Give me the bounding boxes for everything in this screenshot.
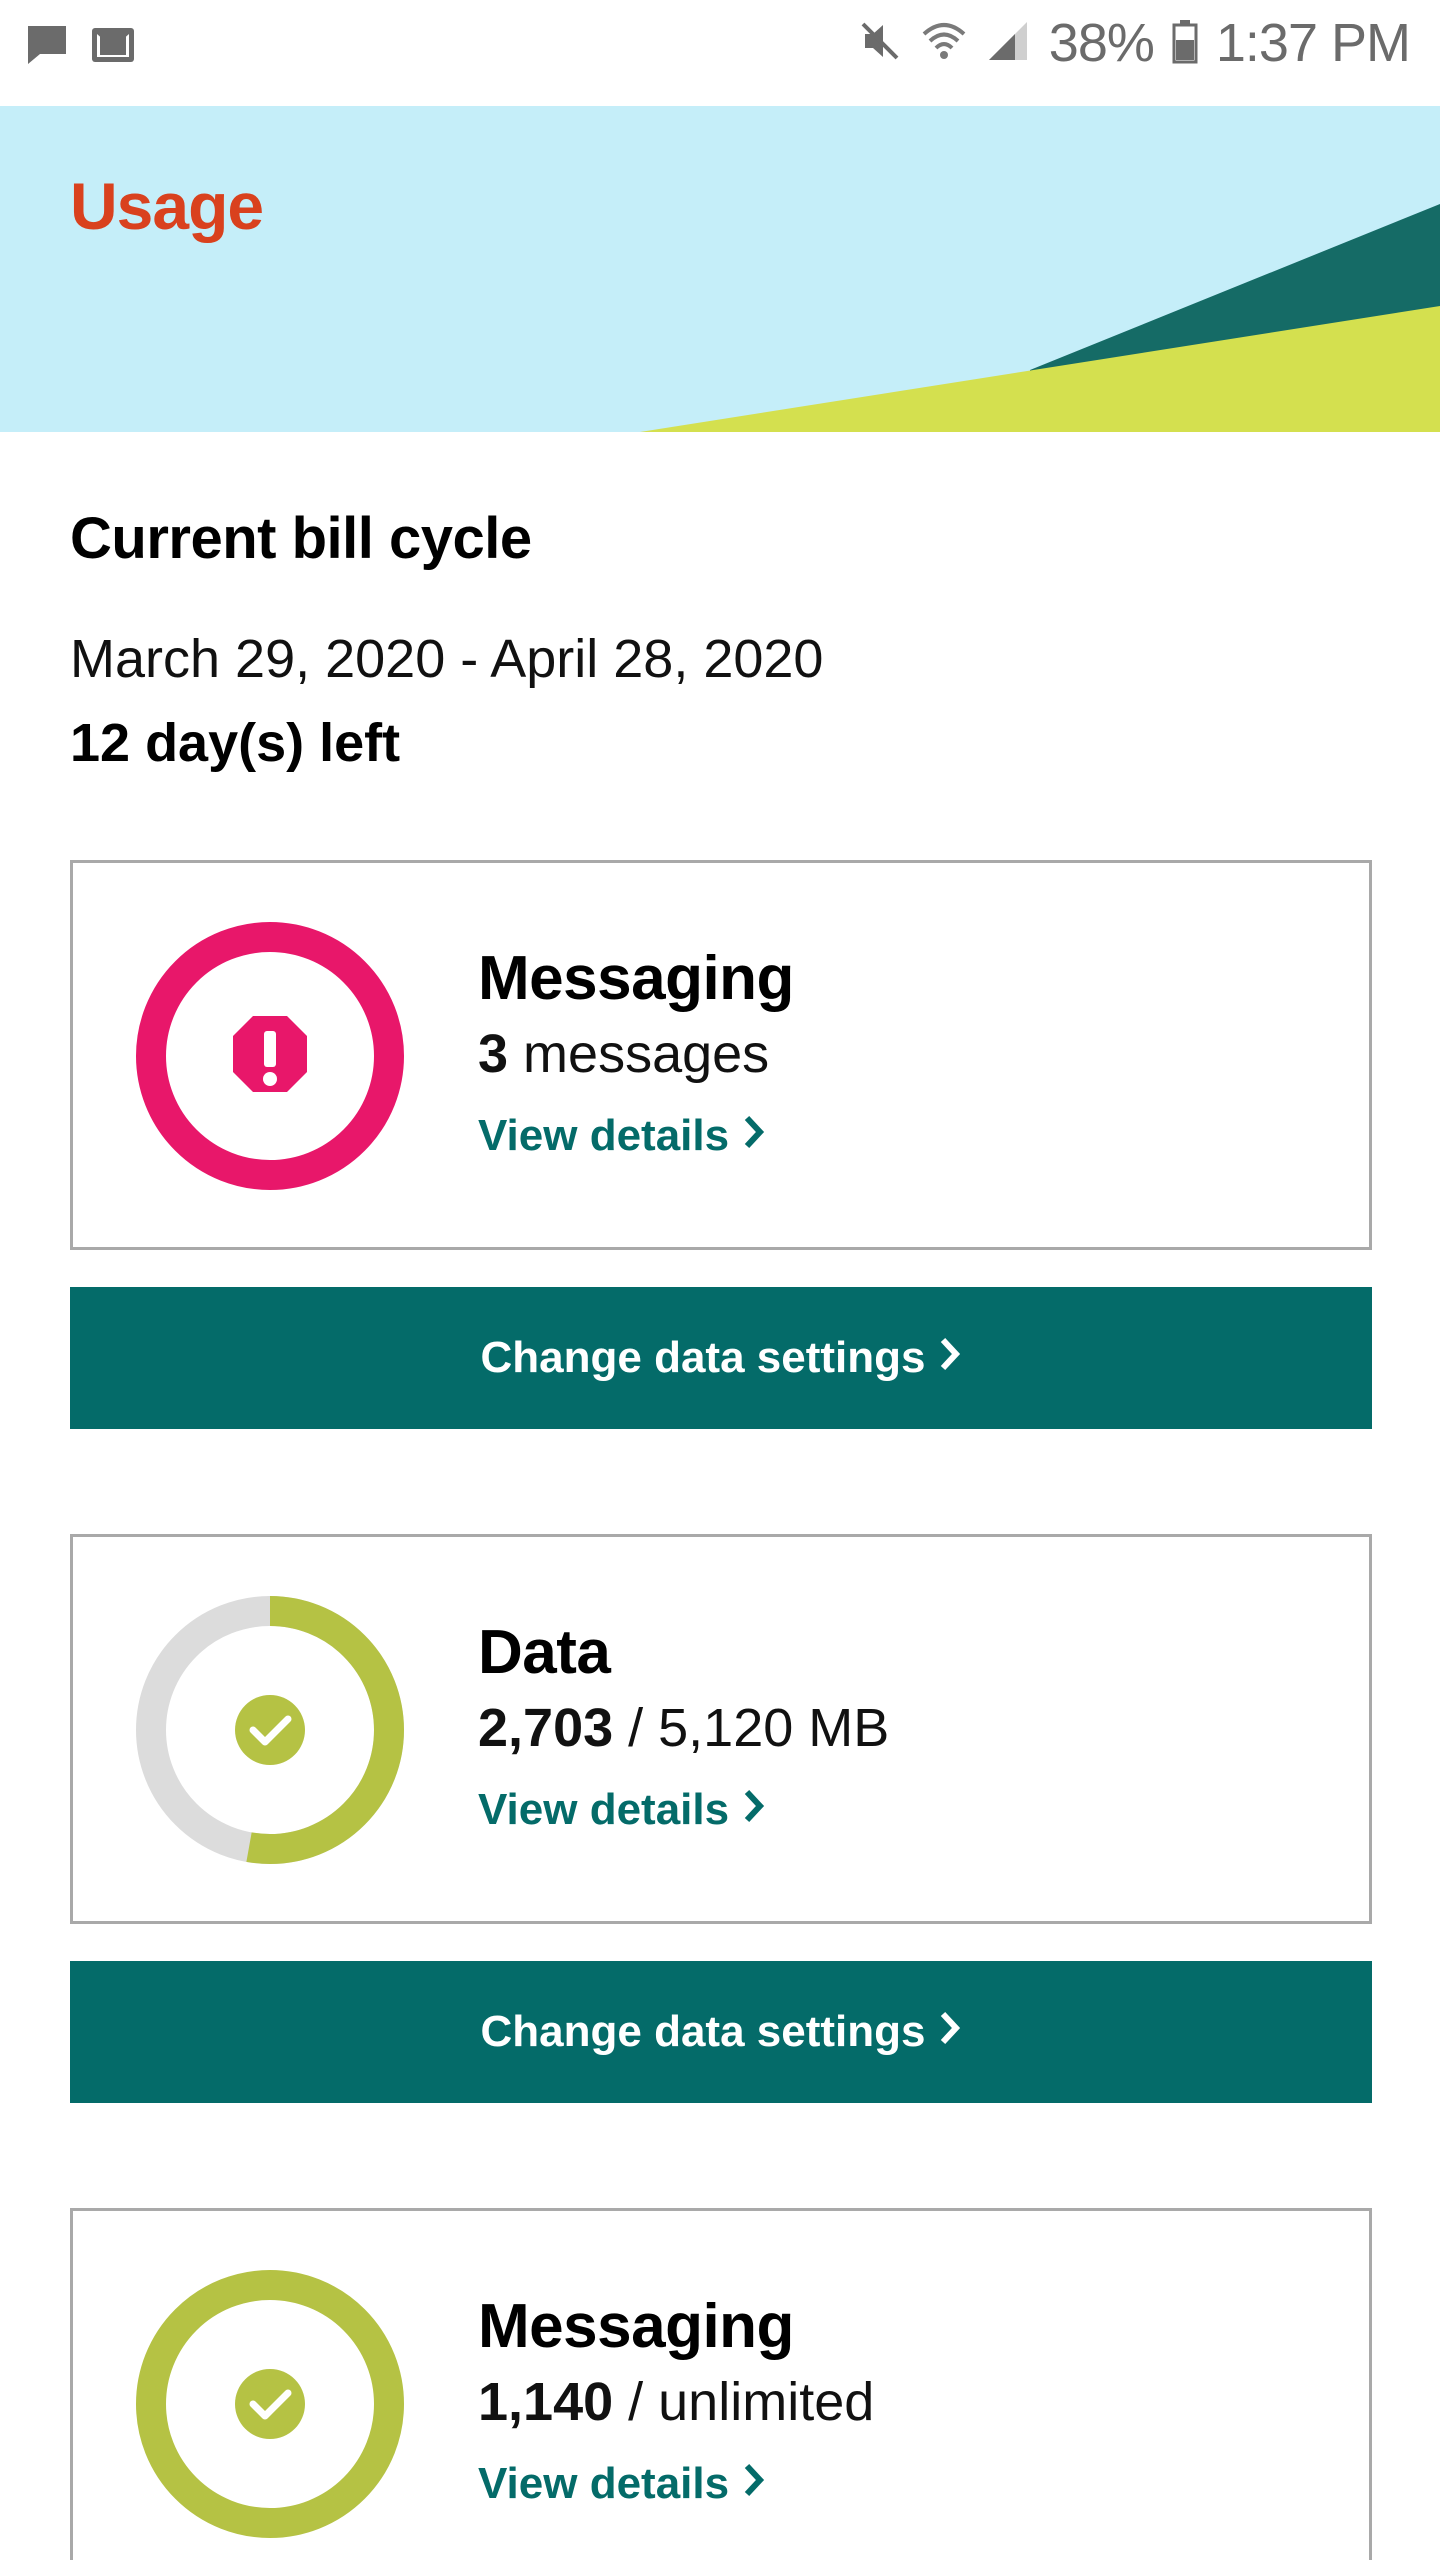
usage-unit: messages xyxy=(508,1024,770,1084)
usage-ring xyxy=(136,922,404,1190)
chevron-right-icon xyxy=(743,1111,765,1161)
card-title: Messaging xyxy=(478,944,794,1013)
change-data-settings-button[interactable]: Change data settings xyxy=(70,1287,1372,1429)
card-usage: 1,140 / unlimited xyxy=(478,2371,874,2433)
chevron-right-icon xyxy=(743,1785,765,1835)
card-usage: 2,703 / 5,120 MB xyxy=(478,1697,889,1759)
view-details-link[interactable]: View details xyxy=(478,2459,765,2509)
change-data-settings-button[interactable]: Change data settings xyxy=(70,1961,1372,2103)
mute-icon xyxy=(857,18,903,69)
gmail-icon xyxy=(90,24,136,71)
usage-unit: / unlimited xyxy=(613,2372,875,2432)
chevron-right-icon xyxy=(939,2007,961,2057)
usage-value: 1,140 xyxy=(478,2372,614,2432)
usage-ring xyxy=(136,2270,404,2538)
view-details-link[interactable]: View details xyxy=(478,1785,765,1835)
days-left: 12 day(s) left xyxy=(70,713,401,773)
button-label: Change data settings xyxy=(480,2007,926,2056)
chevron-right-icon xyxy=(939,1333,961,1383)
chat-icon xyxy=(24,22,70,73)
banner-decoration xyxy=(640,204,1440,432)
header-banner: Usage xyxy=(0,106,1440,432)
bill-cycle-heading: Current bill cycle xyxy=(70,506,532,571)
view-details-label: View details xyxy=(478,1785,730,1834)
card-title: Data xyxy=(478,1618,611,1687)
check-icon xyxy=(235,1695,305,1765)
button-label: Change data settings xyxy=(480,1333,926,1382)
usage-value: 2,703 xyxy=(478,1698,614,1758)
battery-percent: 38% xyxy=(1048,13,1155,73)
usage-value: 3 xyxy=(478,1024,509,1084)
card-title: Messaging xyxy=(478,2292,794,2361)
usage-card-messaging-unlimited: Messaging 1,140 / unlimited View details xyxy=(70,2208,1372,2560)
view-details-link[interactable]: View details xyxy=(478,1111,765,1161)
clock: 1:37 PM xyxy=(1215,13,1411,73)
usage-card-data: Data 2,703 / 5,120 MB View details xyxy=(70,1534,1372,1924)
check-icon xyxy=(235,2369,305,2439)
usage-card-messaging: Messaging 3 messages View details xyxy=(70,860,1372,1250)
view-details-label: View details xyxy=(478,2459,730,2508)
bill-cycle-dates: March 29, 2020 - April 28, 2020 xyxy=(70,629,824,689)
card-usage: 3 messages xyxy=(478,1023,769,1085)
page-title: Usage xyxy=(70,169,264,243)
battery-icon xyxy=(1172,18,1198,69)
chevron-right-icon xyxy=(743,2459,765,2509)
status-bar: 38% 1:37 PM xyxy=(0,0,1440,106)
wifi-icon xyxy=(921,18,967,69)
usage-ring xyxy=(136,1596,404,1864)
view-details-label: View details xyxy=(478,1111,730,1160)
signal-icon xyxy=(985,18,1031,69)
usage-unit: / 5,120 MB xyxy=(613,1698,890,1758)
alert-icon xyxy=(233,1016,307,1092)
